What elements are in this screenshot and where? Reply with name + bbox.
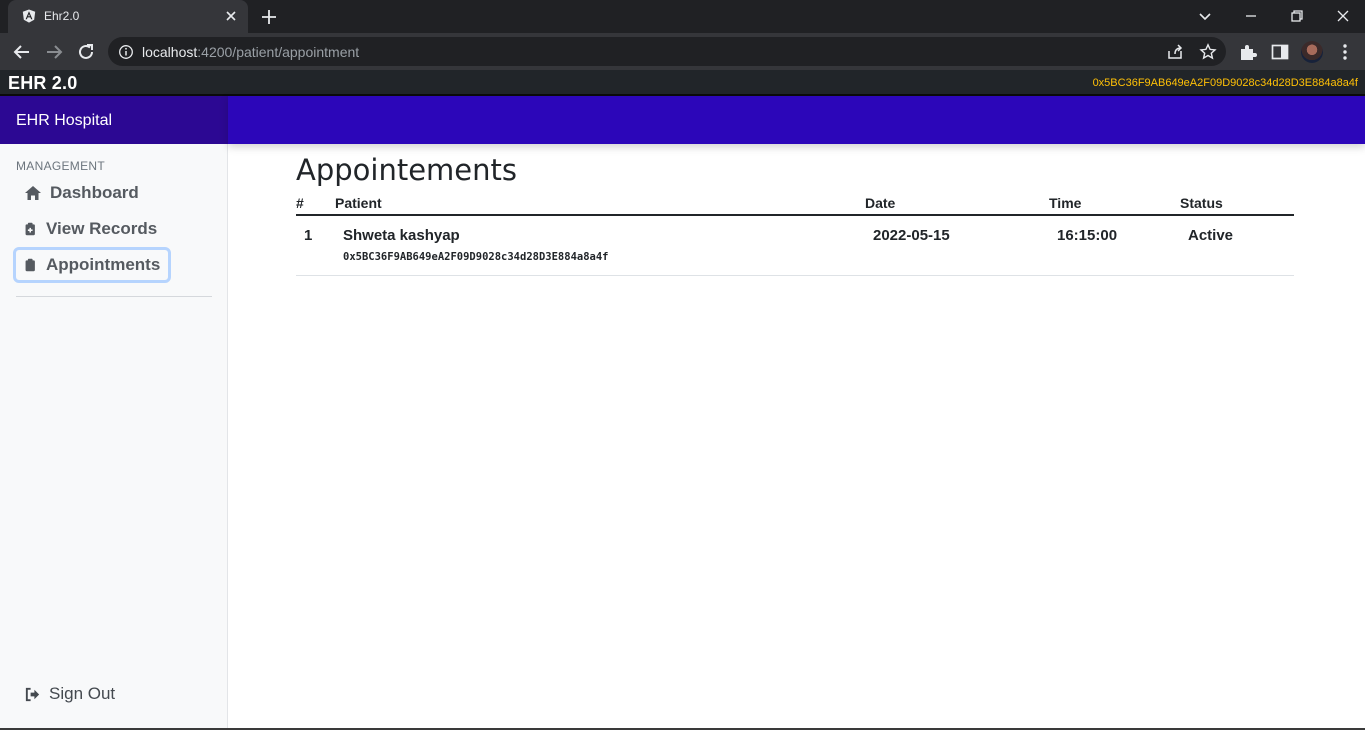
reload-icon[interactable]	[75, 41, 97, 63]
share-icon[interactable]	[1166, 43, 1184, 61]
sidebar: EHR Hospital MANAGEMENT Dashboard View R…	[0, 96, 228, 730]
tab-title: Ehr2.0	[44, 9, 80, 23]
main-top-bar	[228, 96, 1365, 144]
hospital-name: EHR Hospital	[16, 112, 113, 129]
account-address: 0x5BC36F9AB649eA2F09D9028c34d28D3E884a8a…	[1092, 77, 1358, 89]
sidebar-section-label: MANAGEMENT	[16, 159, 106, 173]
browser-tab-strip: Ehr2.0	[0, 0, 1365, 33]
clipboard-icon	[25, 258, 35, 272]
appointments-table: # Patient Date Time Status 1 Shweta kash…	[296, 192, 1294, 276]
close-window-icon[interactable]	[1331, 4, 1355, 28]
patient-cell: Shweta kashyap 0x5BC36F9AB649eA2F09D9028…	[335, 215, 865, 276]
sidebar-item-label: View Records	[46, 219, 158, 238]
browser-tab[interactable]: Ehr2.0	[8, 0, 248, 33]
sign-out-label: Sign Out	[49, 684, 116, 703]
app-brand[interactable]: EHR 2.0	[8, 73, 77, 94]
bookmark-star-icon[interactable]	[1199, 43, 1217, 61]
medical-clipboard-icon	[25, 222, 35, 236]
url-text[interactable]: localhost:4200/patient/appointment	[142, 44, 359, 60]
sidebar-item-dashboard[interactable]: Dashboard	[14, 176, 149, 210]
status-badge: Active	[1180, 215, 1294, 276]
appointment-time: 16:15:00	[1049, 215, 1180, 276]
forward-arrow-icon[interactable]	[43, 41, 65, 63]
back-arrow-icon[interactable]	[11, 41, 33, 63]
column-header-time: Time	[1049, 192, 1180, 216]
tab-search-icon[interactable]	[1193, 4, 1217, 28]
patient-name: Shweta kashyap	[343, 227, 460, 244]
sidebar-item-appointments[interactable]: Appointments	[13, 247, 172, 283]
sign-out-icon	[25, 687, 40, 701]
table-row[interactable]: 1 Shweta kashyap 0x5BC36F9AB649eA2F09D90…	[296, 215, 1294, 276]
sidebar-item-label: Dashboard	[50, 183, 139, 202]
extensions-puzzle-icon[interactable]	[1237, 41, 1259, 63]
more-menu-icon[interactable]	[1334, 41, 1356, 63]
site-info-icon[interactable]	[118, 44, 134, 60]
sidebar-item-label: Appointments	[46, 255, 161, 274]
column-header-status: Status	[1180, 192, 1294, 216]
sign-out-link[interactable]: Sign Out	[24, 684, 115, 704]
address-bar[interactable]: localhost:4200/patient/appointment	[108, 37, 1226, 66]
column-header-date: Date	[865, 192, 1049, 216]
home-icon	[25, 186, 41, 200]
appointment-date: 2022-05-15	[865, 215, 1049, 276]
column-header-patient: Patient	[335, 192, 865, 216]
close-tab-icon[interactable]	[222, 7, 240, 25]
side-panel-icon[interactable]	[1269, 41, 1291, 63]
profile-avatar[interactable]	[1301, 41, 1323, 63]
restore-icon[interactable]	[1285, 4, 1309, 28]
row-index: 1	[296, 215, 335, 276]
new-tab-icon[interactable]	[259, 7, 279, 27]
angular-logo-icon	[22, 9, 36, 23]
app-header: EHR 2.0 0x5BC36F9AB649eA2F09D9028c34d28D…	[0, 70, 1365, 96]
patient-address: 0x5BC36F9AB649eA2F09D9028c34d28D3E884a8a…	[343, 251, 609, 263]
sidebar-header: EHR Hospital	[0, 96, 228, 144]
sidebar-item-view-records[interactable]: View Records	[14, 212, 167, 246]
sidebar-divider	[16, 296, 212, 297]
column-header-index: #	[296, 192, 335, 216]
table-header-row: # Patient Date Time Status	[296, 192, 1294, 216]
minimize-icon[interactable]	[1239, 4, 1263, 28]
page-title: Appointements	[296, 153, 517, 187]
browser-toolbar: localhost:4200/patient/appointment	[0, 33, 1365, 70]
